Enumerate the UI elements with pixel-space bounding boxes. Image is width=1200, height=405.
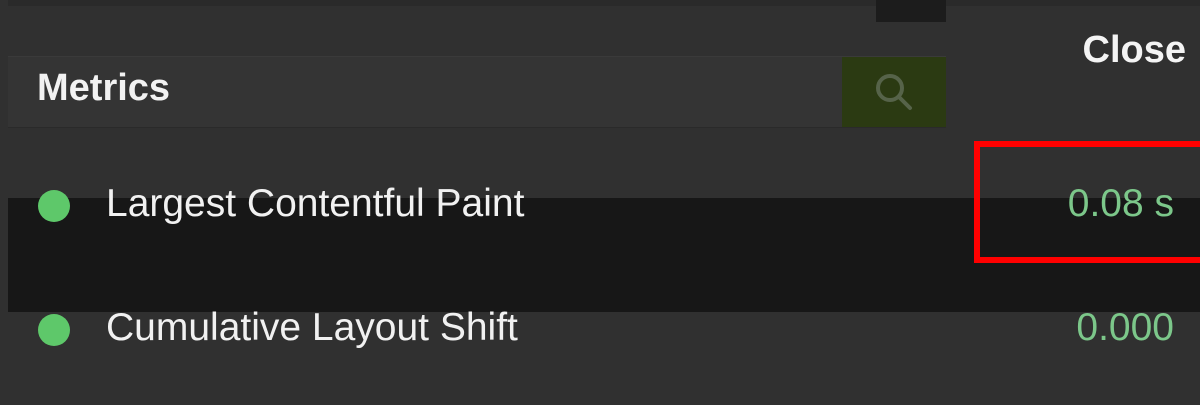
top-band — [8, 0, 1200, 6]
close-button[interactable]: Close — [1040, 28, 1200, 72]
metric-row-cumulative-layout-shift[interactable]: Cumulative Layout Shift 0.000 — [0, 293, 1200, 363]
metric-row-largest-contentful-paint[interactable]: Largest Contentful Paint 0.08 s — [0, 169, 1200, 239]
status-dot-icon — [38, 190, 70, 222]
search-button[interactable] — [842, 57, 946, 127]
metric-value: 0.000 — [1076, 306, 1174, 349]
page-title: Metrics — [37, 67, 171, 109]
top-tab — [876, 0, 946, 22]
metric-label: Cumulative Layout Shift — [106, 306, 518, 349]
metric-value: 0.08 s — [1067, 182, 1174, 225]
search-icon — [876, 74, 912, 110]
status-dot-icon — [38, 314, 70, 346]
metrics-panel: Metrics Close Largest Contentful Paint 0… — [0, 0, 1200, 405]
metric-label: Largest Contentful Paint — [106, 182, 525, 225]
